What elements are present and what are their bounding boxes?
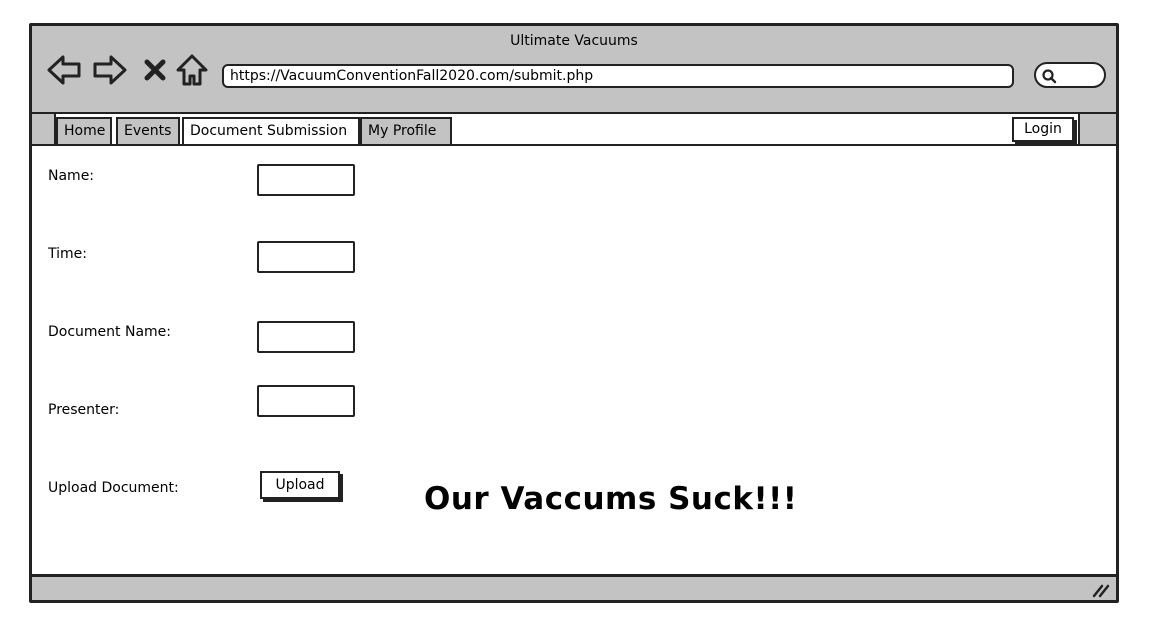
tab-events[interactable]: Events	[116, 117, 180, 144]
forward-arrow-icon[interactable]	[92, 52, 128, 88]
presenter-input[interactable]	[257, 385, 355, 417]
upload-button[interactable]: Upload	[260, 471, 340, 499]
status-bar	[32, 574, 1116, 600]
slogan-text: Our Vaccums Suck!!!	[424, 481, 798, 517]
document-name-label: Document Name:	[48, 324, 171, 340]
tab-my-profile[interactable]: My Profile	[360, 117, 452, 144]
upload-document-label: Upload Document:	[48, 480, 179, 496]
login-button[interactable]: Login	[1012, 117, 1074, 142]
time-label: Time:	[48, 246, 87, 262]
name-label: Name:	[48, 168, 95, 184]
browser-toolbar: Ultimate Vacuums https://VacuumConventio…	[32, 26, 1116, 114]
window-title: Ultimate Vacuums	[510, 33, 638, 49]
search-icon	[1042, 69, 1057, 84]
resize-grip-icon[interactable]	[1090, 582, 1110, 598]
tab-document-submission[interactable]: Document Submission	[182, 117, 360, 144]
browser-window: Ultimate Vacuums https://VacuumConventio…	[29, 23, 1119, 603]
home-icon[interactable]	[174, 52, 210, 88]
back-arrow-icon[interactable]	[46, 52, 82, 88]
search-button[interactable]	[1034, 62, 1106, 88]
tab-bar: Home Events Document Submission My Profi…	[32, 114, 1116, 146]
tab-home[interactable]: Home	[56, 117, 112, 144]
time-input[interactable]	[257, 241, 355, 273]
document-name-input[interactable]	[257, 321, 355, 353]
name-input[interactable]	[257, 164, 355, 196]
close-icon[interactable]	[140, 55, 170, 85]
presenter-label: Presenter:	[48, 402, 120, 418]
url-bar[interactable]: https://VacuumConventionFall2020.com/sub…	[222, 64, 1014, 88]
